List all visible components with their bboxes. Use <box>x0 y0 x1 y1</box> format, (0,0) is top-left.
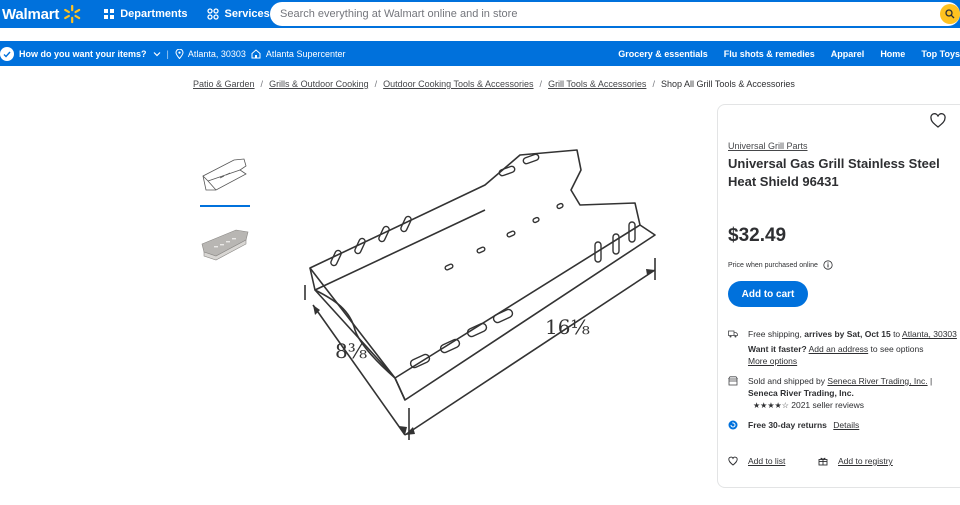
gift-icon <box>818 457 828 466</box>
breadcrumb: Patio & Garden / Grills & Outdoor Cookin… <box>193 79 795 89</box>
divider: | <box>166 48 169 59</box>
nav-flu-shots[interactable]: Flu shots & remedies <box>724 49 815 59</box>
length-dimension-label: 16⅛ <box>545 315 590 339</box>
price-note: Price when purchased online <box>728 260 833 270</box>
truck-icon <box>728 330 738 338</box>
walmart-logo[interactable]: Walmart <box>2 3 83 25</box>
search-input[interactable] <box>280 8 920 20</box>
seller-row: Sold and shipped by Seneca River Trading… <box>728 375 932 412</box>
heart-icon <box>728 456 738 466</box>
breadcrumb-separator: / <box>539 79 543 89</box>
add-address-link[interactable]: Add an address <box>809 344 869 354</box>
returns-icon <box>728 420 738 430</box>
breadcrumb-link[interactable]: Grills & Outdoor Cooking <box>269 79 369 89</box>
fulfillment-selector[interactable]: How do you want your items? | Atlanta, 3… <box>0 46 346 61</box>
fulfillment-icon <box>0 46 14 61</box>
services-icon <box>207 8 220 20</box>
seller-reviews: 2021 seller reviews <box>791 400 864 410</box>
breadcrumb-link[interactable]: Patio & Garden <box>193 79 255 89</box>
location-pin-icon <box>175 48 184 59</box>
nav-apparel[interactable]: Apparel <box>831 49 865 59</box>
shipping-to: to <box>890 329 903 339</box>
heat-shield-drawing-thumb <box>202 158 247 190</box>
nav-home[interactable]: Home <box>880 49 905 59</box>
heat-shield-photo-thumb <box>201 229 249 260</box>
search-bar <box>270 2 960 26</box>
thumbnail-selected-indicator <box>200 205 250 207</box>
arrival-date: arrives by Sat, Oct 15 <box>804 329 891 339</box>
search-button[interactable] <box>940 4 960 24</box>
product-image: 8⅜ 16⅛ <box>304 149 656 440</box>
fulfillment-label: How do you want your items? <box>19 48 147 59</box>
store-text: Atlanta Supercenter <box>265 48 346 59</box>
seller-name: Seneca River Trading, Inc. <box>748 388 854 398</box>
nav-grocery[interactable]: Grocery & essentials <box>618 49 708 59</box>
thumbnail-photo[interactable] <box>200 220 250 265</box>
product-info-panel: Universal Grill Parts Universal Gas Gril… <box>717 104 960 488</box>
returns-label: Free 30-day returns <box>748 420 827 430</box>
store-icon <box>251 48 261 58</box>
add-to-cart-button[interactable]: Add to cart <box>728 281 808 307</box>
price-note-text: Price when purchased online <box>728 261 818 269</box>
add-to-list-link[interactable]: Add to list <box>748 456 785 466</box>
add-to-registry-link[interactable]: Add to registry <box>838 456 893 466</box>
location-text: Atlanta, 30303 <box>187 48 246 59</box>
shipping-location-link[interactable]: Atlanta, 30303 <box>902 329 957 339</box>
services-button[interactable]: Services <box>207 8 270 20</box>
breadcrumb-link[interactable]: Outdoor Cooking Tools & Accessories <box>383 79 533 89</box>
returns-row: Free 30-day returns Details <box>728 419 859 431</box>
grid-icon <box>104 9 115 19</box>
shipping-prefix: Free shipping, <box>748 329 805 339</box>
see-options-text: to see options <box>868 344 924 354</box>
top-header: Walmart Departments Services <box>0 0 960 28</box>
faster-label: Want it faster? <box>748 344 807 354</box>
thumbnail-drawing[interactable] <box>200 152 250 197</box>
brand-link[interactable]: Universal Grill Parts <box>728 141 808 151</box>
more-options-link[interactable]: More options <box>748 356 797 366</box>
chevron-down-icon <box>153 51 160 56</box>
product-title: Universal Gas Grill Stainless Steel Heat… <box>728 156 940 189</box>
returns-details-link[interactable]: Details <box>833 420 859 430</box>
departments-label: Departments <box>120 8 188 20</box>
services-label: Services <box>224 8 270 20</box>
store-icon <box>728 376 738 386</box>
info-icon[interactable] <box>823 260 833 270</box>
logo-text: Walmart <box>2 5 60 23</box>
add-to-registry-action[interactable]: Add to registry <box>818 455 893 467</box>
add-to-list-action[interactable]: Add to list <box>728 455 785 467</box>
breadcrumb-separator: / <box>374 79 378 89</box>
shipping-row: Free shipping, arrives by Sat, Oct 15 to… <box>728 328 957 367</box>
star-rating: ★★★★☆ <box>753 401 789 410</box>
breadcrumb-current: Shop All Grill Tools & Accessories <box>660 79 795 89</box>
category-nav: Grocery & essentials Flu shots & remedie… <box>602 41 960 66</box>
seller-link[interactable]: Seneca River Trading, Inc. <box>827 376 927 386</box>
sub-header: How do you want your items? | Atlanta, 3… <box>0 41 960 66</box>
spark-icon <box>64 4 81 24</box>
breadcrumb-separator: / <box>260 79 264 89</box>
product-price: $32.49 <box>728 225 787 246</box>
departments-button[interactable]: Departments <box>103 8 187 20</box>
seller-prefix: Sold and shipped by <box>748 376 828 386</box>
nav-top-toys[interactable]: Top Toys <box>921 49 960 59</box>
breadcrumb-link[interactable]: Grill Tools & Accessories <box>548 79 646 89</box>
heart-icon[interactable] <box>930 113 946 129</box>
breadcrumb-separator: / <box>652 79 655 89</box>
width-dimension-label: 8⅜ <box>335 339 367 363</box>
seller-pipe: | <box>927 376 933 386</box>
search-icon <box>945 9 955 19</box>
